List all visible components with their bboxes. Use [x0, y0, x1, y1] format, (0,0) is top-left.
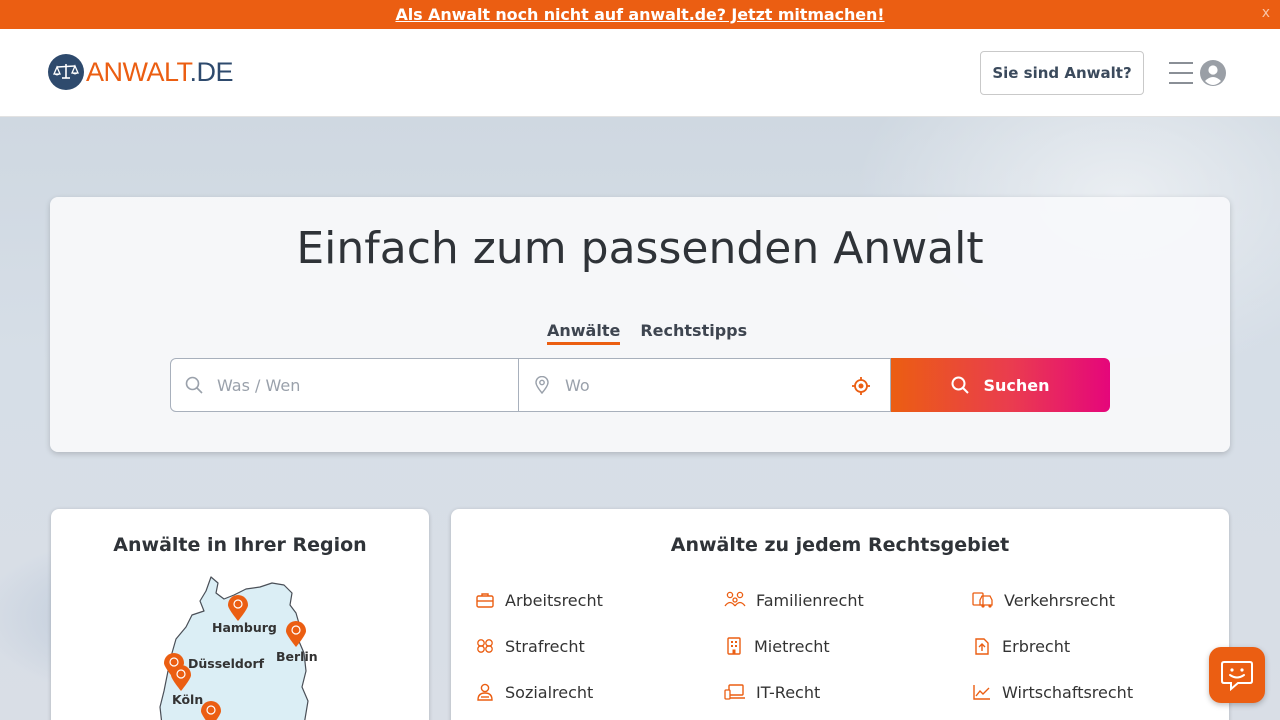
- search-button[interactable]: Suchen: [891, 358, 1110, 412]
- search-form: Suchen: [170, 358, 1110, 412]
- join-banner-link[interactable]: Als Anwalt noch nicht auf anwalt.de? Jet…: [395, 5, 884, 24]
- car-icon: [972, 592, 993, 608]
- area-label: Strafrecht: [505, 636, 585, 656]
- inheritance-document-icon: [975, 638, 989, 655]
- where-field: [519, 358, 891, 412]
- chart-icon: [973, 685, 990, 700]
- area-link-mietrecht[interactable]: Mietrecht: [724, 635, 972, 657]
- hero-title: Einfach zum passenden Anwalt: [296, 223, 984, 274]
- chat-bubble-icon: [1221, 661, 1253, 691]
- germany-map[interactable]: Hamburg Berlin Düsseldorf Köln: [156, 575, 336, 720]
- logo-text-anwalt: ANWALT: [86, 56, 190, 87]
- site-header: ANWALT.DE Sie sind Anwalt?: [0, 29, 1280, 117]
- scales-icon: [48, 54, 84, 90]
- map-label-duesseldorf: Düsseldorf: [188, 656, 265, 671]
- logo-wordmark: ANWALT.DE: [86, 56, 234, 88]
- region-card: Anwälte in Ihrer Region Hamburg Berlin D…: [51, 509, 429, 720]
- area-link-sozialrecht[interactable]: Sozialrecht: [475, 681, 724, 703]
- locate-me-icon[interactable]: [852, 377, 870, 399]
- person-icon: [477, 683, 493, 701]
- legal-areas-grid: Arbeitsrecht Familienrecht Verkehrsrecht…: [475, 589, 1215, 703]
- logo-text-de: .DE: [189, 56, 234, 87]
- briefcase-icon: [476, 593, 494, 608]
- what-field: [170, 358, 519, 412]
- area-label: Wirtschaftsrecht: [1002, 682, 1134, 702]
- search-icon: [171, 376, 217, 394]
- anwalt-logo[interactable]: ANWALT.DE: [48, 54, 234, 90]
- tab-rechtstipps[interactable]: Rechtstipps: [640, 321, 747, 345]
- menu-button[interactable]: [1168, 57, 1228, 89]
- search-icon: [951, 376, 970, 394]
- area-label: Sozialrecht: [505, 682, 594, 702]
- legal-areas-title: Anwälte zu jedem Rechtsgebiet: [670, 534, 1010, 556]
- building-icon: [727, 637, 741, 655]
- hamburger-icon: [1169, 62, 1193, 84]
- search-card: Einfach zum passenden Anwalt Anwälte Rec…: [50, 197, 1230, 452]
- area-link-erbrecht[interactable]: Erbrecht: [972, 635, 1212, 657]
- area-label: Familienrecht: [756, 590, 864, 610]
- area-label: Mietrecht: [754, 636, 830, 656]
- area-label: IT-Recht: [756, 682, 821, 702]
- search-button-label: Suchen: [983, 375, 1050, 395]
- map-pin-icon: [519, 376, 565, 394]
- region-card-title: Anwälte in Ihrer Region: [113, 534, 367, 556]
- laptop-icon: [724, 684, 745, 700]
- area-link-verkehrsrecht[interactable]: Verkehrsrecht: [972, 589, 1212, 611]
- tab-anwaelte[interactable]: Anwälte: [547, 321, 621, 345]
- area-link-it-recht[interactable]: IT-Recht: [724, 681, 972, 703]
- banner-close-button[interactable]: x: [1262, 5, 1270, 21]
- area-link-arbeitsrecht[interactable]: Arbeitsrecht: [475, 589, 724, 611]
- what-input[interactable]: [217, 359, 518, 411]
- handcuffs-icon: [477, 639, 493, 653]
- area-label: Verkehrsrecht: [1004, 590, 1115, 610]
- chat-button[interactable]: [1209, 647, 1265, 703]
- area-label: Erbrecht: [1002, 636, 1071, 656]
- legal-areas-card: Anwälte zu jedem Rechtsgebiet Arbeitsrec…: [451, 509, 1229, 720]
- map-label-koeln: Köln: [172, 692, 203, 707]
- map-label-hamburg: Hamburg: [212, 620, 277, 635]
- area-link-familienrecht[interactable]: Familienrecht: [724, 589, 972, 611]
- area-link-strafrecht[interactable]: Strafrecht: [475, 635, 724, 657]
- search-tabs: Anwälte Rechtstipps: [547, 321, 747, 345]
- user-avatar-icon: [1200, 60, 1226, 86]
- family-icon: [724, 591, 746, 607]
- area-link-wirtschaftsrecht[interactable]: Wirtschaftsrecht: [972, 681, 1212, 703]
- where-input[interactable]: [565, 359, 890, 411]
- map-label-berlin: Berlin: [276, 649, 318, 664]
- lawyer-login-button[interactable]: Sie sind Anwalt?: [980, 51, 1144, 95]
- top-banner: Als Anwalt noch nicht auf anwalt.de? Jet…: [0, 0, 1280, 29]
- area-label: Arbeitsrecht: [505, 590, 603, 610]
